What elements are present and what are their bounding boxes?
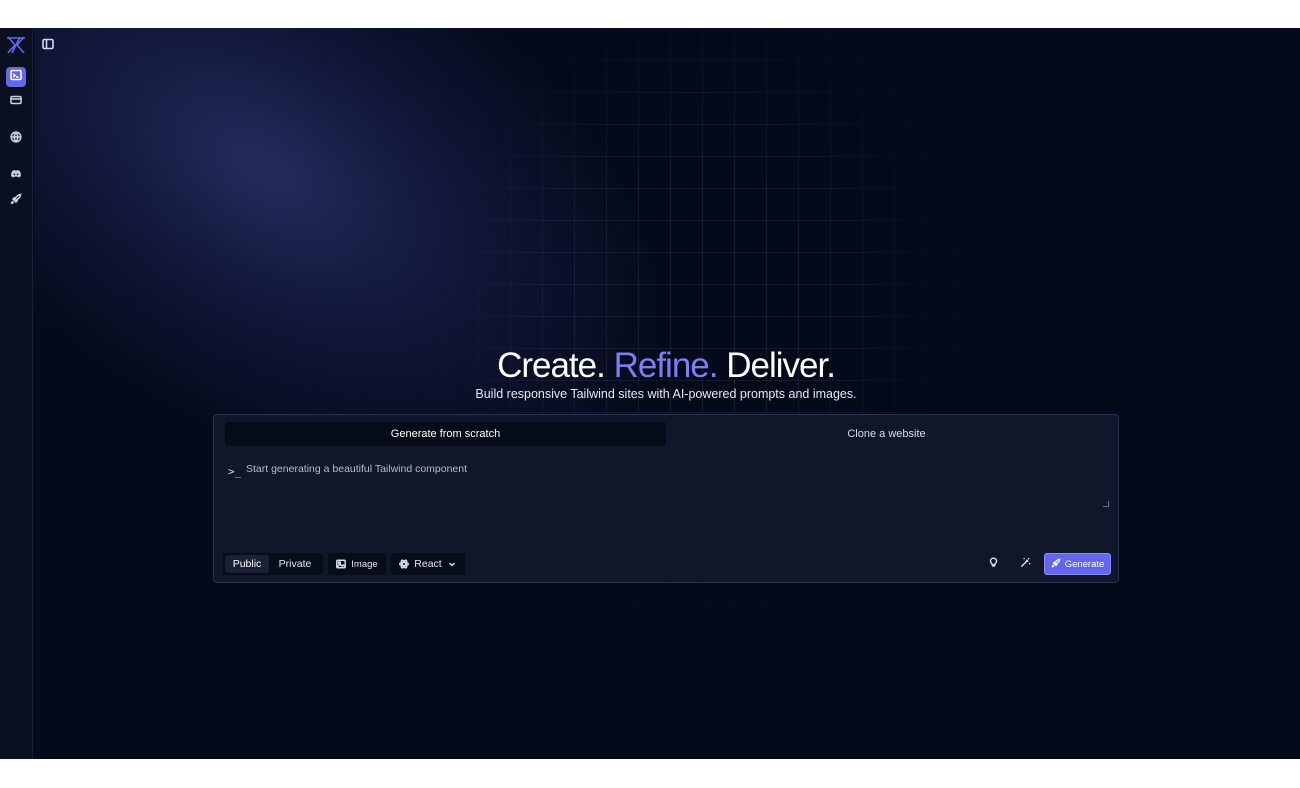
- hero-title: Create. Refine. Deliver.: [34, 346, 1298, 386]
- framework-select[interactable]: React: [391, 553, 465, 575]
- hero-subtitle: Build responsive Tailwind sites with AI-…: [475, 387, 857, 401]
- react-icon: [399, 559, 410, 569]
- chevron-down-icon: [447, 559, 457, 569]
- terminal-prompt-icon: >_: [228, 465, 242, 478]
- rail-item-launch[interactable]: [6, 191, 26, 211]
- image-button-label: Image: [351, 558, 378, 570]
- app-window: Create. Refine. Deliver. Build responsiv…: [0, 28, 1300, 759]
- mode-tabs: Generate from scratch Clone a website: [225, 422, 1108, 446]
- rail-item-explore[interactable]: [6, 129, 26, 149]
- app-logo[interactable]: [5, 35, 27, 55]
- image-upload-button[interactable]: Image: [328, 553, 386, 575]
- prompt-input[interactable]: [246, 463, 1110, 509]
- visibility-private-option[interactable]: Private: [271, 555, 319, 573]
- idea-suggestion-button[interactable]: [983, 554, 1003, 574]
- terminal-window-icon: [10, 68, 22, 86]
- sidebar-panel-icon: [42, 37, 54, 54]
- tab-generate-from-scratch[interactable]: Generate from scratch: [225, 422, 666, 446]
- globe-icon: [10, 130, 22, 148]
- tab-clone-website[interactable]: Clone a website: [666, 422, 1107, 446]
- card-icon: [10, 93, 22, 111]
- prompt-panel: Generate from scratch Clone a website >_…: [213, 414, 1119, 583]
- framework-selected-label: React: [414, 558, 442, 570]
- rocket-icon: [1051, 558, 1061, 571]
- generate-button[interactable]: Generate: [1044, 553, 1111, 575]
- hero-title-deliver: Deliver.: [726, 346, 836, 385]
- hero-title-refine: Refine.: [613, 346, 719, 385]
- sidebar-toggle-button[interactable]: [42, 37, 56, 51]
- enhance-prompt-button[interactable]: [1015, 554, 1035, 574]
- main-area: Create. Refine. Deliver. Build responsiv…: [34, 28, 1300, 759]
- lightbulb-icon: [988, 555, 999, 573]
- magic-wand-icon: [1020, 555, 1031, 573]
- left-rail: [0, 28, 33, 759]
- rail-item-components[interactable]: [6, 92, 26, 112]
- rail-item-generator[interactable]: [6, 67, 26, 87]
- hero-title-create: Create.: [497, 346, 606, 385]
- resize-handle[interactable]: [1103, 501, 1109, 507]
- rail-item-discord[interactable]: [6, 166, 26, 186]
- visibility-public-option[interactable]: Public: [225, 555, 269, 573]
- generate-button-label: Generate: [1064, 558, 1105, 570]
- image-icon: [336, 559, 347, 569]
- visibility-toggle: Public Private: [223, 553, 323, 575]
- discord-icon: [10, 167, 22, 185]
- rocket-icon: [10, 192, 22, 210]
